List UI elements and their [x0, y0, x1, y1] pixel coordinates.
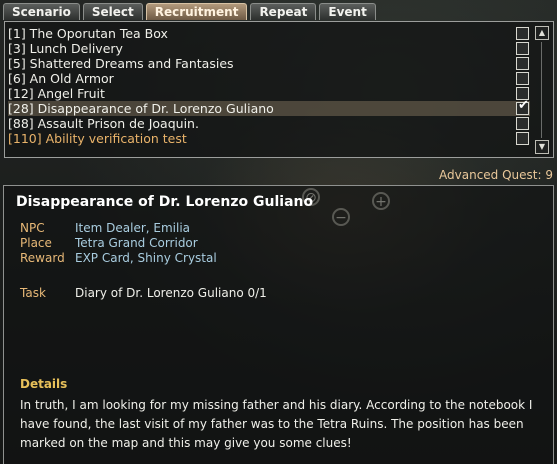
minus-circle-icon: −	[332, 208, 350, 226]
reward-value: EXP Card, Shiny Crystal	[75, 251, 217, 265]
quest-row-selected[interactable]: [28] Disappearance of Dr. Lorenzo Gulian…	[8, 98, 530, 116]
quest-row[interactable]: [12] Angel Fruit	[8, 86, 530, 101]
quest-tab-bar: Scenario Select Recruitment Repeat Event	[3, 3, 376, 21]
quest-checkbox[interactable]	[516, 117, 529, 130]
quest-checkbox[interactable]	[516, 27, 529, 40]
tab-select[interactable]: Select	[82, 3, 143, 20]
quest-label: [6] An Old Armor	[8, 71, 114, 86]
tab-scenario[interactable]: Scenario	[3, 3, 80, 20]
quest-title: Disappearance of Dr. Lorenzo Guliano	[16, 194, 314, 210]
quest-list-scrollbar[interactable]: ▲ ▼	[535, 26, 549, 154]
quest-label: [12] Angel Fruit	[8, 86, 105, 101]
task-label: Task	[20, 286, 46, 300]
scroll-track[interactable]	[541, 42, 542, 138]
details-heading: Details	[20, 377, 68, 391]
quest-checkbox[interactable]	[516, 57, 529, 70]
tab-event[interactable]: Event	[319, 3, 376, 20]
quest-row[interactable]: [88] Assault Prison de Joaquin.	[8, 116, 530, 131]
quest-row[interactable]: [110] Ability verification test	[8, 131, 530, 146]
scroll-up-icon[interactable]: ▲	[535, 26, 549, 40]
npc-label: NPC	[20, 221, 45, 235]
quest-label: [1] The Oporutan Tea Box	[8, 26, 168, 41]
quest-list: [1] The Oporutan Tea Box [3] Lunch Deliv…	[4, 21, 554, 158]
reward-label: Reward	[20, 251, 65, 265]
quest-row[interactable]: [3] Lunch Delivery	[8, 41, 530, 56]
scroll-down-icon[interactable]: ▼	[535, 140, 549, 154]
quest-checkbox[interactable]	[516, 42, 529, 55]
task-value: Diary of Dr. Lorenzo Guliano 0/1	[75, 286, 267, 300]
quest-label: [88] Assault Prison de Joaquin.	[8, 116, 199, 131]
quest-checkbox[interactable]	[516, 132, 529, 145]
plus-circle-icon: +	[372, 192, 390, 210]
tab-repeat[interactable]: Repeat	[250, 3, 317, 20]
quest-detail-panel: ⊘ − + Disappearance of Dr. Lorenzo Gulia…	[3, 185, 554, 464]
advanced-quest-count: Advanced Quest: 9	[439, 168, 553, 182]
quest-checkbox[interactable]	[516, 72, 529, 85]
tab-recruitment[interactable]: Recruitment	[145, 3, 248, 20]
quest-label: [3] Lunch Delivery	[8, 41, 123, 56]
quest-label: [28] Disappearance of Dr. Lorenzo Gulian…	[8, 101, 274, 116]
place-value: Tetra Grand Corridor	[75, 236, 198, 250]
quest-checkbox-checked[interactable]: ✔	[516, 98, 529, 115]
details-text: In truth, I am looking for my missing fa…	[20, 398, 533, 450]
quest-label: [110] Ability verification test	[8, 131, 187, 146]
quest-row[interactable]: [6] An Old Armor	[8, 71, 530, 86]
npc-value: Item Dealer, Emilia	[75, 221, 191, 235]
place-label: Place	[20, 236, 52, 250]
quest-row[interactable]: [1] The Oporutan Tea Box	[8, 26, 530, 41]
quest-label: [5] Shattered Dreams and Fantasies	[8, 56, 234, 71]
checkmark-icon: ✔	[518, 98, 529, 113]
quest-row[interactable]: [5] Shattered Dreams and Fantasies	[8, 56, 530, 71]
